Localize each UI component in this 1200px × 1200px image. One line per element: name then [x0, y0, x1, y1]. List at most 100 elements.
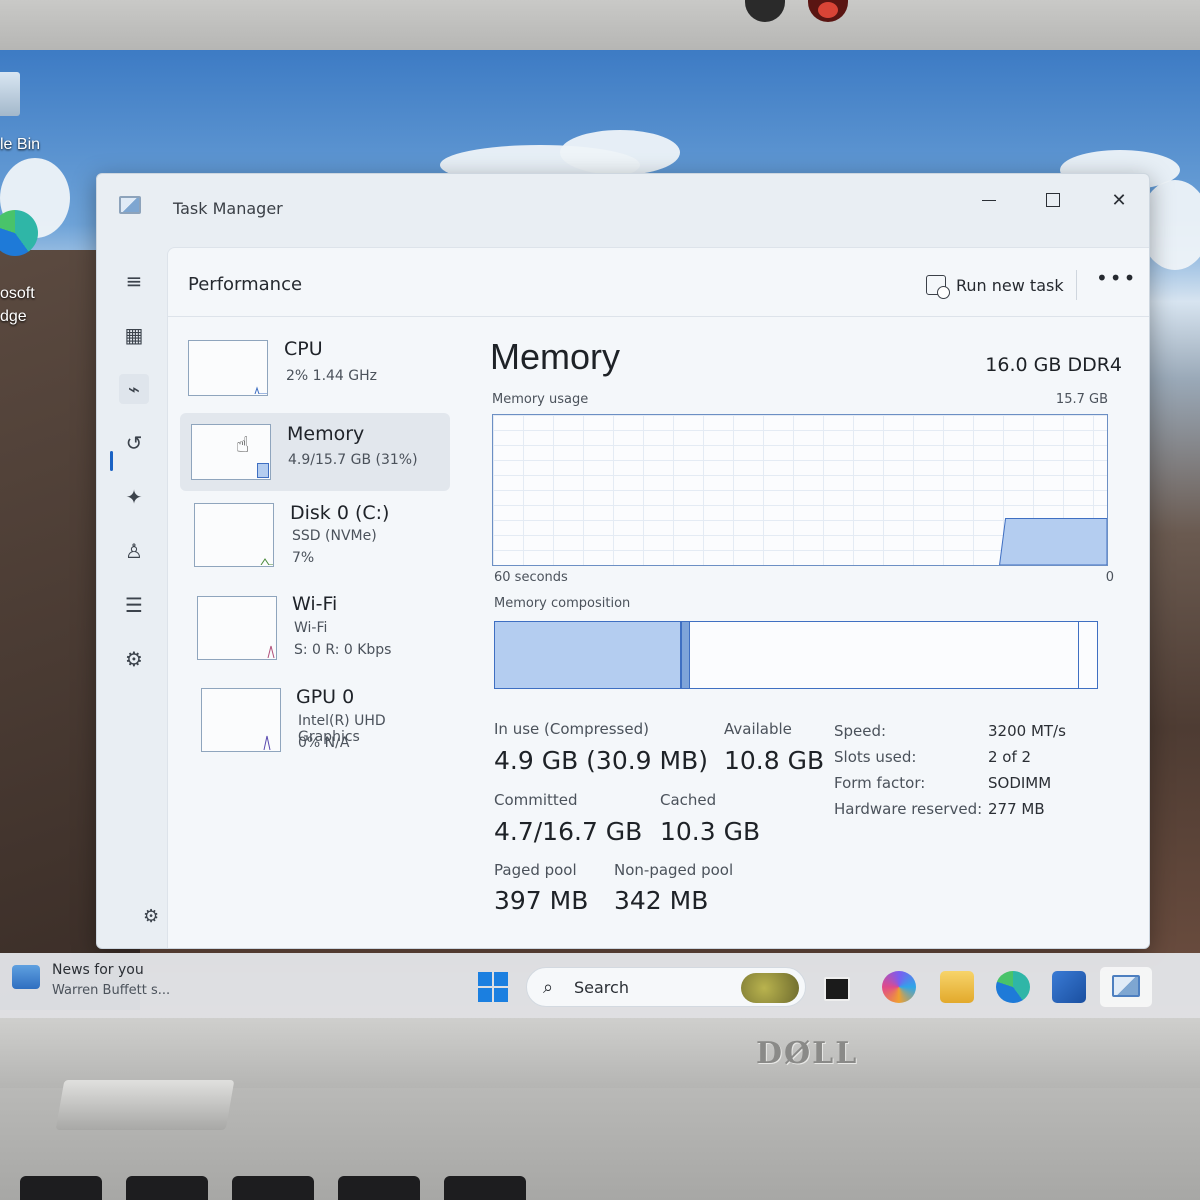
dell-logo: DØLL: [756, 1036, 859, 1071]
hand-cursor-icon: ☝: [236, 433, 250, 458]
cpu-thumbnail-graph: [188, 340, 268, 396]
camera-indicator-light: [818, 2, 838, 18]
disk-thumbnail-graph: [194, 503, 274, 567]
task-view-icon[interactable]: [824, 977, 850, 1001]
committed-value: 4.7/16.7 GB: [494, 817, 643, 846]
task-manager-taskbar-button[interactable]: [1100, 967, 1152, 1007]
resource-detail: 4.9/15.7 GB (31%): [288, 452, 418, 468]
minimize-button[interactable]: [959, 180, 1019, 220]
processes-icon[interactable]: ▦: [119, 320, 149, 350]
hardware-reserved-value: 277 MB: [988, 800, 1045, 818]
form-factor-value: SODIMM: [988, 774, 1052, 792]
cached-value: 10.3 GB: [660, 817, 761, 846]
memory-thumbnail-fill: [257, 463, 269, 478]
resource-item-disk[interactable]: Disk 0 (C:) SSD (NVMe) 7%: [180, 498, 450, 576]
resource-item-cpu[interactable]: CPU 2% 1.44 GHz: [180, 332, 450, 410]
recycle-bin-icon[interactable]: [0, 72, 20, 116]
keyboard-key: [126, 1176, 208, 1200]
run-new-task-label: Run new task: [956, 275, 1064, 295]
keyboard-key: [232, 1176, 314, 1200]
toolbar-divider: [1076, 270, 1077, 300]
app-history-icon[interactable]: ↺: [119, 428, 149, 458]
speed-value: 3200 MT/s: [988, 722, 1066, 740]
committed-label: Committed: [494, 791, 578, 809]
non-paged-pool-value: 342 MB: [614, 886, 709, 915]
hamburger-menu-icon[interactable]: ≡: [119, 266, 149, 296]
minimize-icon: [982, 199, 996, 201]
memory-usage-plot: [999, 518, 1107, 565]
memory-usage-area: [999, 518, 1107, 565]
resource-name: Memory: [287, 423, 365, 445]
maximize-button[interactable]: [1023, 180, 1083, 220]
non-paged-pool-label: Non-paged pool: [614, 861, 734, 879]
keyboard-key: [338, 1176, 420, 1200]
resource-detail: 2% 1.44 GHz: [286, 368, 378, 384]
wifi-sparkline: [267, 645, 275, 658]
services-icon[interactable]: ⚙: [119, 644, 149, 674]
resource-detail-2: S: 0 R: 0 Kbps: [294, 642, 392, 658]
close-icon: ✕: [1111, 189, 1127, 211]
file-explorer-icon[interactable]: [940, 971, 974, 1003]
memory-usage-label: Memory usage: [492, 392, 589, 407]
resource-item-wifi[interactable]: Wi-Fi Wi-Fi S: 0 R: 0 Kbps: [180, 590, 450, 668]
form-factor-key: Form factor:: [834, 774, 926, 792]
hardware-reserved-key: Hardware reserved:: [834, 800, 983, 818]
search-placeholder: Search: [574, 978, 629, 997]
in-use-label: In use (Compressed): [494, 720, 649, 738]
resource-name: Disk 0 (C:): [290, 502, 390, 524]
close-button[interactable]: ✕: [1089, 180, 1149, 220]
resource-detail-2: 0% N/A: [298, 735, 350, 751]
slots-used-key: Slots used:: [834, 748, 917, 766]
resource-name: Wi-Fi: [292, 593, 338, 615]
paged-pool-label: Paged pool: [494, 861, 577, 879]
news-widget-title[interactable]: News for you: [52, 962, 144, 978]
search-highlight-image: [741, 973, 799, 1003]
memory-composition-label: Memory composition: [494, 596, 631, 611]
edge-desktop-label[interactable]: osoft: [0, 285, 35, 303]
memory-spec: 16.0 GB DDR4: [985, 354, 1122, 376]
edge-desktop-label-2[interactable]: dge: [0, 308, 27, 326]
resource-detail-2: 7%: [292, 550, 315, 566]
edge-browser-icon[interactable]: [996, 971, 1030, 1003]
resource-item-gpu[interactable]: GPU 0 Intel(R) UHD Graphics 0% N/A: [180, 683, 450, 761]
settings-icon[interactable]: ⚙: [143, 906, 159, 927]
news-widget-subtitle[interactable]: Warren Buffett s...: [52, 983, 170, 998]
details-icon[interactable]: ☰: [119, 590, 149, 620]
title-bar[interactable]: Task Manager ✕: [97, 174, 1149, 244]
disk-sparkline: [260, 558, 273, 565]
resource-detail: Wi-Fi: [294, 620, 328, 636]
laptop-top-bezel: [0, 0, 1200, 50]
header-divider: [168, 316, 1149, 317]
start-button-icon[interactable]: [478, 972, 508, 1002]
resource-detail: SSD (NVMe): [292, 528, 377, 544]
speed-key: Speed:: [834, 722, 887, 740]
memory-usage-max: 15.7 GB: [1055, 392, 1108, 407]
nav-rail: ≡ ▦ ⌁ ↺ ✦ ♙ ☰ ⚙: [97, 244, 167, 948]
camera-notch: [745, 0, 785, 22]
startup-apps-icon[interactable]: ✦: [119, 482, 149, 512]
resource-name: CPU: [284, 338, 323, 360]
performance-icon[interactable]: ⌁: [119, 374, 149, 404]
cached-label: Cached: [660, 791, 717, 809]
more-options-icon[interactable]: •••: [1096, 266, 1137, 290]
recycle-bin-label[interactable]: le Bin: [0, 136, 40, 154]
run-new-task-button[interactable]: Run new task: [926, 268, 1064, 302]
keyboard-key: [444, 1176, 526, 1200]
memory-title: Memory: [490, 336, 621, 377]
users-icon[interactable]: ♙: [119, 536, 149, 566]
microsoft-store-icon[interactable]: [1052, 971, 1086, 1003]
slots-used-value: 2 of 2: [988, 748, 1032, 766]
search-icon: ⌕: [543, 977, 554, 998]
laptop-hinge: [55, 1080, 235, 1130]
task-manager-app-icon: [119, 196, 141, 214]
wallpaper-cloud: [560, 130, 680, 175]
time-span-label: 60 seconds: [494, 570, 568, 585]
run-task-icon: [926, 275, 950, 299]
news-widget-icon[interactable]: [12, 965, 40, 989]
taskbar: News for you Warren Buffett s... ⌕ Searc…: [0, 953, 1200, 1018]
taskbar-search-box[interactable]: ⌕ Search: [526, 967, 806, 1007]
resource-item-memory[interactable]: ☝ Memory 4.9/15.7 GB (31%): [180, 413, 450, 491]
m365-copilot-icon[interactable]: [882, 971, 916, 1003]
gpu-thumbnail-graph: [201, 688, 281, 752]
resource-name: GPU 0: [296, 686, 355, 708]
